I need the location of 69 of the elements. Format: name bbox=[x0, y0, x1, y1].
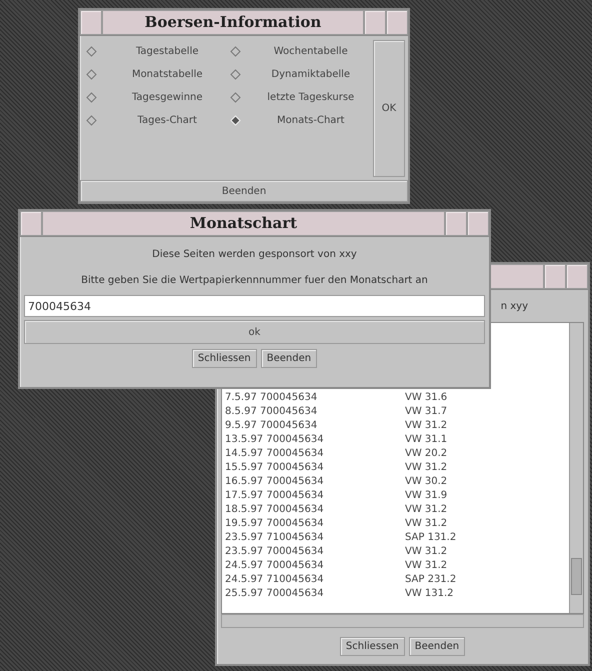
radio-button[interactable] bbox=[230, 46, 240, 57]
window-menu-button[interactable] bbox=[80, 10, 102, 35]
dialog-button[interactable]: Schliessen bbox=[340, 637, 405, 656]
sponsor-text: n xyy bbox=[500, 300, 528, 312]
dialog-button[interactable]: Beenden bbox=[408, 637, 466, 656]
list-entry: VW 31.2 bbox=[405, 517, 448, 531]
list-entry: 9.5.97 700045634 bbox=[225, 419, 318, 433]
list-entry: 24.5.97 700045634 bbox=[225, 559, 325, 573]
option-label[interactable]: Monatstabelle bbox=[105, 69, 230, 80]
list-entry: 19.5.97 700045634 bbox=[225, 517, 325, 531]
horizontal-scrollbar[interactable] bbox=[221, 614, 584, 628]
list-entry: 15.5.97 700045634 bbox=[225, 461, 325, 475]
minimize-button[interactable] bbox=[445, 211, 467, 236]
list-entry: 7.5.97 700045634 bbox=[225, 391, 318, 405]
list-entry: 14.5.97 700045634 bbox=[225, 447, 325, 461]
window-menu-button[interactable] bbox=[20, 211, 42, 236]
list-entry: 18.5.97 700045634 bbox=[225, 503, 325, 517]
list-entry: VW 31.2 bbox=[405, 419, 448, 433]
list-entry: VW 31.2 bbox=[405, 461, 448, 475]
window-title: Boersen-Information bbox=[102, 10, 364, 35]
radio-button[interactable] bbox=[86, 69, 97, 80]
option-label[interactable]: Tagestabelle bbox=[105, 46, 230, 57]
list-entry: VW 31.2 bbox=[405, 545, 448, 559]
list-entry: 16.5.97 700045634 bbox=[225, 475, 325, 489]
list-entry: VW 31.2 bbox=[405, 503, 448, 517]
list-entry: VW 20.2 bbox=[405, 447, 448, 461]
list-entry: VW 131.2 bbox=[405, 587, 455, 601]
list-entry: 24.5.97 710045634 bbox=[225, 573, 325, 587]
radio-button[interactable] bbox=[230, 92, 240, 103]
ok-button[interactable]: ok bbox=[24, 320, 485, 344]
radio-button[interactable] bbox=[86, 46, 97, 57]
maximize-button[interactable] bbox=[467, 211, 489, 236]
list-entry: 23.5.97 700045634 bbox=[225, 545, 325, 559]
maximize-button[interactable] bbox=[386, 10, 408, 35]
input-field[interactable]: 700045634 bbox=[24, 295, 485, 317]
minimize-button[interactable] bbox=[364, 10, 386, 35]
list-entry: 13.5.97 700045634 bbox=[225, 433, 325, 447]
dialog-button[interactable]: Schliessen bbox=[192, 349, 257, 368]
list-entry: VW 30.2 bbox=[405, 475, 448, 489]
ok-button[interactable]: OK bbox=[373, 40, 405, 177]
list-entry: 25.5.97 700045634 bbox=[225, 587, 325, 601]
radio-button[interactable] bbox=[86, 92, 97, 103]
maximize-button[interactable] bbox=[566, 264, 588, 289]
list-entry: 23.5.97 710045634 bbox=[225, 531, 325, 545]
dialog-button[interactable]: Beenden bbox=[260, 349, 318, 368]
option-label[interactable]: Tages-Chart bbox=[105, 115, 230, 126]
sponsor-text: Diese Seiten werden gesponsort von xxy bbox=[151, 248, 358, 262]
list-entry: VW 31.2 bbox=[405, 559, 448, 573]
option-label[interactable]: letzte Tageskurse bbox=[248, 92, 373, 103]
option-label[interactable]: Dynamiktabelle bbox=[248, 69, 373, 80]
quit-button[interactable]: Beenden bbox=[80, 180, 408, 202]
minimize-button[interactable] bbox=[544, 264, 566, 289]
scroll-thumb[interactable] bbox=[571, 558, 582, 595]
list-entry: 8.5.97 700045634 bbox=[225, 405, 318, 419]
option-label[interactable]: Wochentabelle bbox=[248, 46, 373, 57]
radio-button[interactable] bbox=[230, 69, 240, 80]
list-entry: VW 31.9 bbox=[405, 489, 448, 503]
list-entry: SAP 231.2 bbox=[405, 573, 458, 587]
option-label[interactable]: Tagesgewinne bbox=[105, 92, 230, 103]
radio-button[interactable] bbox=[86, 115, 97, 126]
prompt-text: Bitte geben Sie die Wertpapierkennnummer fuer den Monatschart an bbox=[80, 274, 429, 288]
vertical-scrollbar[interactable] bbox=[569, 323, 583, 613]
list-entry: SAP 131.2 bbox=[405, 531, 458, 545]
window-title: Monatschart bbox=[42, 211, 445, 236]
option-label[interactable]: Monats-Chart bbox=[248, 115, 373, 126]
list-entry: VW 31.1 bbox=[405, 433, 448, 447]
list-entry: VW 31.7 bbox=[405, 405, 448, 419]
list-entry: VW 31.6 bbox=[405, 391, 448, 405]
list-entry: 17.5.97 700045634 bbox=[225, 489, 325, 503]
